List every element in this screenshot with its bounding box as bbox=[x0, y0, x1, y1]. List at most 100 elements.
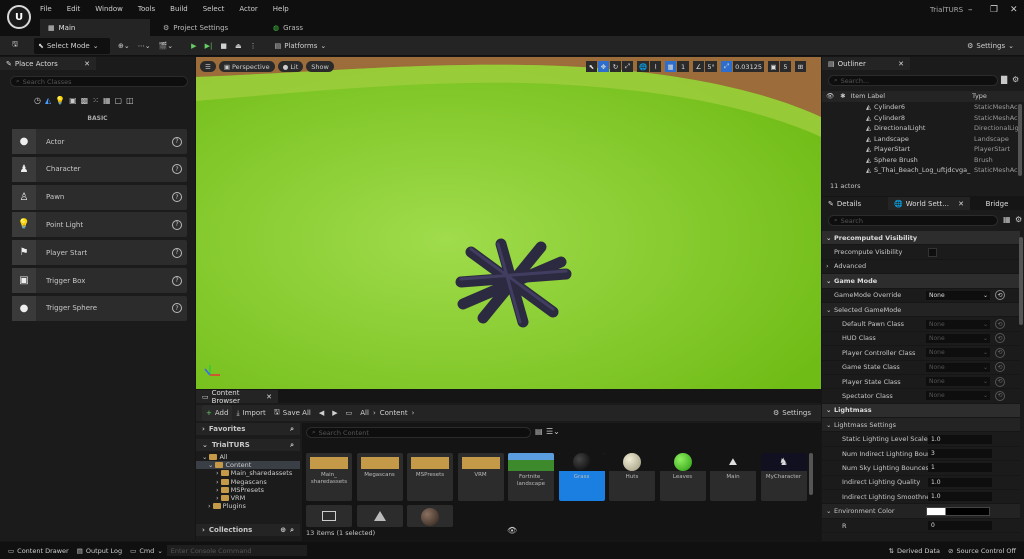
actor-item-pawn[interactable]: ♙ Pawn? bbox=[12, 184, 187, 210]
outliner-row[interactable]: ◭ Cylinder6 StaticMeshAc bbox=[822, 102, 1024, 113]
eject-icon[interactable]: ⏏ bbox=[231, 38, 246, 54]
help-icon[interactable]: ? bbox=[172, 303, 182, 314]
close-icon[interactable]: ✕ bbox=[898, 60, 904, 68]
save-search-icon[interactable]: ▤ bbox=[535, 427, 543, 436]
tab-details[interactable]: ✎ Details bbox=[822, 197, 888, 210]
outliner-search-input[interactable]: ⌕ Search... bbox=[828, 75, 998, 86]
scale-tool-icon[interactable]: ⤢ bbox=[622, 61, 633, 72]
col-type[interactable]: Type bbox=[972, 92, 987, 100]
details-property-row[interactable]: Indirect Lighting Quality 1.0 bbox=[822, 476, 1020, 491]
history-forward-icon[interactable]: ▶ bbox=[328, 405, 341, 421]
select-mode-dropdown[interactable]: ⬉ Select Mode ⌄ bbox=[33, 37, 110, 54]
details-property-row[interactable]: Player State Class None ⌄ ⟲ bbox=[822, 375, 1020, 390]
outliner-row[interactable]: ◭ Landscape Landscape bbox=[822, 134, 1024, 145]
cmd-dropdown[interactable]: ▭ Cmd ⌄ bbox=[126, 543, 167, 559]
add-collection-icon[interactable]: ⊕ bbox=[280, 526, 286, 534]
basic-icon[interactable]: ◭ bbox=[45, 96, 51, 105]
outliner-row[interactable]: ◭ Sphere Brush Brush bbox=[822, 155, 1024, 166]
import-button[interactable]: ⤓ Import bbox=[232, 405, 269, 421]
asset-tile-main-sharedassets[interactable]: Main_ sharedassets bbox=[306, 453, 352, 501]
perspective-button[interactable]: ▣ Perspective bbox=[218, 61, 275, 72]
details-settings-icon[interactable]: ⚙ bbox=[1015, 215, 1022, 224]
help-icon[interactable]: ? bbox=[172, 136, 182, 147]
asset-tile-partial[interactable] bbox=[306, 505, 352, 527]
volumes-icon[interactable]: ▦ bbox=[103, 96, 111, 105]
show-button[interactable]: Show bbox=[306, 61, 334, 72]
menu-actor[interactable]: Actor bbox=[239, 5, 257, 13]
camera-speed-icon[interactable]: ▣ bbox=[767, 61, 779, 72]
details-property-row[interactable]: Default Pawn Class None ⌄ ⟲ bbox=[822, 317, 1020, 332]
details-property-row[interactable]: GameMode Override None ⌄ ⟲ bbox=[822, 289, 1020, 303]
menu-help[interactable]: Help bbox=[273, 5, 289, 13]
save-icon[interactable]: 🖫 bbox=[8, 38, 22, 54]
breadcrumb-content[interactable]: Content bbox=[376, 405, 412, 421]
reset-icon[interactable]: ⟲ bbox=[995, 290, 1005, 301]
filter-icon[interactable]: ☰⌄ bbox=[546, 427, 560, 436]
asset-tile-huts[interactable]: Huts bbox=[609, 453, 655, 501]
play-icon[interactable]: ▶ bbox=[187, 38, 200, 54]
maximize-icon[interactable]: ❐ bbox=[990, 5, 998, 15]
content-drawer-button[interactable]: ▭ Content Drawer bbox=[4, 543, 73, 559]
visibility-icon[interactable]: 👁 bbox=[826, 92, 834, 100]
folder-icon[interactable]: ▭ bbox=[342, 405, 357, 421]
menu-select[interactable]: Select bbox=[203, 5, 225, 13]
level-viewport[interactable]: ☰ ▣ Perspective ● Lit Show ⬉ ✥ ↻ ⤢ 🌐 ⌇ ▦ 1… bbox=[196, 57, 821, 389]
outliner-row[interactable]: ◭ S_Thai_Beach_Log_uftjdcvga_ StaticMeshAc bbox=[822, 165, 1024, 176]
surface-snap-icon[interactable]: ⌇ bbox=[650, 61, 662, 72]
actor-item-character[interactable]: ♟ Character? bbox=[12, 156, 187, 182]
add-button[interactable]: + Add bbox=[202, 405, 233, 421]
reset-icon[interactable]: ⟲ bbox=[995, 319, 1005, 330]
class-dropdown[interactable]: None ⌄ bbox=[926, 391, 990, 401]
outliner-settings-icon[interactable]: ⚙ bbox=[1012, 75, 1019, 84]
tab-main[interactable]: ▦ Main bbox=[40, 19, 150, 36]
output-log-button[interactable]: ▤ Output Log bbox=[73, 543, 126, 559]
asset-tile-fortnite-landscape[interactable]: Fortnite_ landscape bbox=[508, 453, 554, 501]
details-section[interactable]: ⌄ Game Mode bbox=[822, 274, 1020, 289]
reset-icon[interactable]: ⟲ bbox=[995, 390, 1005, 401]
gamemode-dropdown[interactable]: None ⌄ bbox=[926, 290, 990, 300]
settings-button[interactable]: ⚙ Settings ⌄ bbox=[963, 38, 1018, 54]
asset-tile-mspresets[interactable]: MSPresets bbox=[407, 453, 453, 501]
asset-tile-mycharacter[interactable]: ♞ MyCharacter bbox=[760, 453, 807, 501]
reset-icon[interactable]: ⟲ bbox=[995, 333, 1005, 344]
tab-bridge[interactable]: Bridge bbox=[970, 197, 1024, 210]
viewport-menu-button[interactable]: ☰ bbox=[200, 61, 216, 72]
breadcrumb-all[interactable]: All bbox=[356, 405, 373, 421]
outliner-tab[interactable]: ▤ Outliner ✕ bbox=[822, 57, 910, 70]
history-back-icon[interactable]: ◀ bbox=[315, 405, 328, 421]
details-property-row[interactable]: Num Sky Lighting Bounces 1 bbox=[822, 461, 1020, 476]
outliner-row[interactable]: ◭ PlayerStart PlayerStart bbox=[822, 144, 1024, 155]
number-field[interactable]: 0 bbox=[928, 521, 992, 530]
move-tool-icon[interactable]: ✥ bbox=[598, 61, 609, 72]
actor-item-trigger-sphere[interactable]: ● Trigger Sphere? bbox=[12, 295, 187, 321]
class-dropdown[interactable]: None ⌄ bbox=[926, 319, 990, 329]
details-section[interactable]: ⌄ Lightmass bbox=[822, 403, 1020, 419]
details-property-row[interactable]: › Advanced bbox=[822, 260, 1020, 275]
folder-tree-item[interactable]: ⌄ Content bbox=[196, 461, 300, 470]
search-icon[interactable]: ⌕ bbox=[290, 441, 294, 450]
details-property-row[interactable]: Player Controller Class None ⌄ ⟲ bbox=[822, 346, 1020, 361]
close-icon[interactable]: ✕ bbox=[958, 200, 964, 208]
minimize-icon[interactable]: – bbox=[968, 5, 973, 15]
details-property-row[interactable]: Static Lighting Level Scale 1.0 bbox=[822, 432, 1020, 447]
folder-tree-item[interactable]: › VRM bbox=[196, 494, 300, 502]
visual-effects-icon[interactable]: ▩ bbox=[81, 96, 89, 105]
details-section[interactable]: ⌄ Lightmass Settings bbox=[822, 418, 1020, 433]
help-icon[interactable]: ? bbox=[172, 275, 182, 286]
close-icon[interactable]: ✕ bbox=[1010, 5, 1018, 15]
lit-button[interactable]: ● Lit bbox=[277, 61, 304, 72]
number-field[interactable]: 1.0 bbox=[928, 492, 992, 502]
cb-settings-button[interactable]: ⚙ Settings bbox=[769, 405, 815, 421]
search-icon[interactable]: ⌕ bbox=[290, 425, 294, 434]
project-section[interactable]: ⌄ TrialTURS ⌕ bbox=[196, 439, 300, 451]
class-dropdown[interactable]: None ⌄ bbox=[926, 348, 990, 358]
shapes-icon[interactable]: ◫ bbox=[126, 96, 134, 105]
unreal-logo-icon[interactable]: U bbox=[7, 5, 31, 29]
blueprint-icon[interactable]: ⋯⌄ bbox=[134, 38, 155, 54]
reset-icon[interactable]: ⟲ bbox=[995, 376, 1005, 387]
asset-tile-partial[interactable] bbox=[356, 505, 403, 527]
details-section[interactable]: ⌄ Precomputed Visibility bbox=[822, 231, 1020, 246]
folder-tree-item[interactable]: › Plugins bbox=[196, 502, 300, 510]
details-property-row[interactable]: Precompute Visibility bbox=[822, 245, 1020, 260]
save-all-button[interactable]: 🖫 Save All bbox=[270, 405, 315, 421]
